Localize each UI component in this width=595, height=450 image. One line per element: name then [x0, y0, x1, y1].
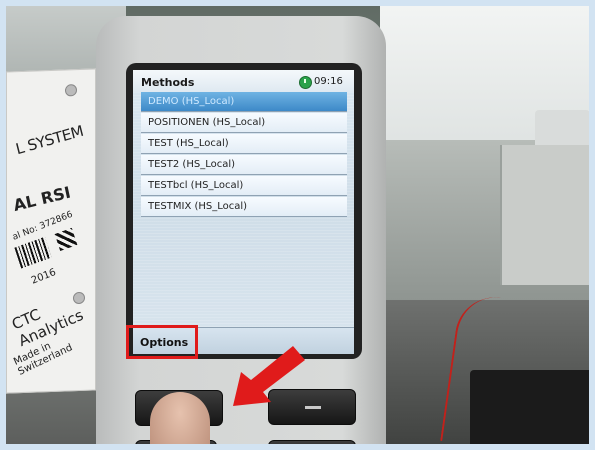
- method-item[interactable]: TESTMIX (HS_Local): [141, 197, 347, 217]
- screw-icon: [65, 84, 77, 97]
- barcode-icon: [14, 236, 52, 269]
- options-highlight-box: [126, 325, 198, 359]
- photo-background: L SYSTEM AL RSI al No: 372866 2016 CTC A…: [0, 0, 595, 450]
- black-device: [470, 370, 595, 450]
- screen-header: Methods 09:16: [133, 70, 354, 92]
- panel-year-text: 2016: [29, 266, 58, 287]
- panel-rsi-text: AL RSI: [11, 182, 73, 216]
- method-item[interactable]: TEST (HS_Local): [141, 134, 347, 154]
- thumb: [150, 392, 210, 450]
- method-list: DEMO (HS_Local) POSITIONEN (HS_Local) TE…: [141, 92, 347, 218]
- method-item[interactable]: POSITIONEN (HS_Local): [141, 113, 347, 133]
- red-arrow-icon: [233, 346, 305, 406]
- screen-title: Methods: [141, 76, 195, 89]
- clock-time: 09:16: [314, 76, 343, 87]
- terminal-screen: Methods 09:16 DEMO (HS_Local) POSITIONEN…: [133, 70, 354, 354]
- method-item[interactable]: TESTbcl (HS_Local): [141, 176, 347, 196]
- qr-code-icon: [54, 227, 78, 252]
- method-item[interactable]: DEMO (HS_Local): [141, 92, 347, 112]
- clock-icon: [299, 76, 312, 89]
- lab-instrument: [535, 110, 590, 150]
- panel-system-text: L SYSTEM: [13, 121, 86, 159]
- ctc-label-panel: L SYSTEM AL RSI al No: 372866 2016 CTC A…: [6, 68, 96, 394]
- method-item[interactable]: TEST2 (HS_Local): [141, 155, 347, 175]
- lab-bench: [500, 145, 595, 285]
- lower-right-key[interactable]: [268, 440, 356, 450]
